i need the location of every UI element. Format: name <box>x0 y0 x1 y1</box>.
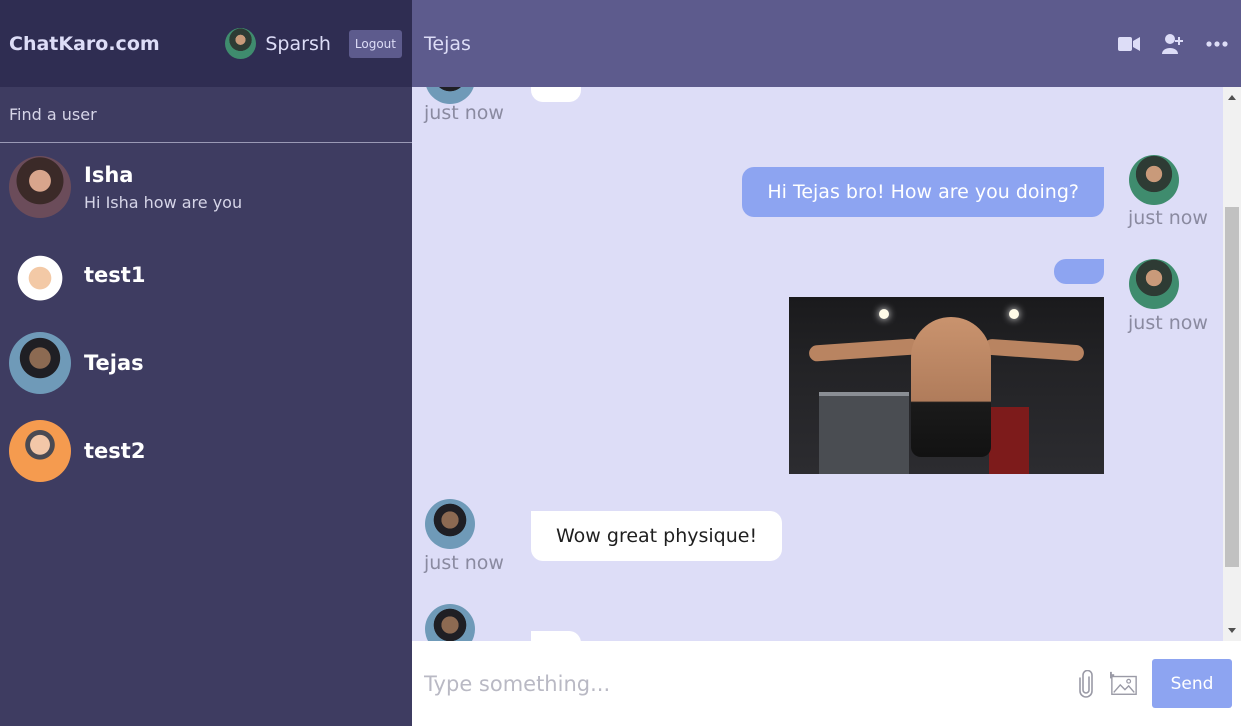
chat-item-info: Isha Hi Isha how are you <box>84 163 242 212</box>
avatar <box>9 420 71 482</box>
messages-area: just now just now Hi Tejas bro! How are … <box>412 87 1223 641</box>
search-input[interactable] <box>9 105 412 124</box>
message-bubble: Wow great physique! <box>531 511 783 561</box>
message-time: just now <box>424 102 504 124</box>
chat-item-name: test2 <box>84 439 146 463</box>
decor <box>1009 309 1019 319</box>
app-logo: ChatKaro.com <box>9 32 160 55</box>
message-bubble <box>1054 259 1104 284</box>
message-outgoing <box>1129 155 1179 205</box>
video-camera-icon[interactable] <box>1117 32 1141 56</box>
sidebar-navbar: ChatKaro.com Sparsh Logout <box>0 0 412 87</box>
message-image[interactable] <box>789 297 1104 474</box>
chat-item-test1[interactable]: test1 <box>0 231 412 319</box>
chat-title: Tejas <box>424 32 471 55</box>
message-outgoing <box>1129 259 1179 309</box>
decor <box>879 309 889 319</box>
chat-item-tejas[interactable]: Tejas <box>0 319 412 407</box>
message-bubble: Hi Tejas bro! How are you doing? <box>742 167 1104 217</box>
message-bubble <box>531 631 581 641</box>
user-search <box>0 87 412 143</box>
decor <box>911 317 991 457</box>
decor <box>819 392 909 474</box>
chat-item-isha[interactable]: Isha Hi Isha how are you <box>0 143 412 231</box>
chat-item-last-message: Hi Isha how are you <box>84 192 243 212</box>
send-button[interactable]: Send <box>1152 659 1232 708</box>
avatar <box>9 332 71 394</box>
avatar <box>425 499 475 549</box>
current-user-avatar <box>225 28 257 59</box>
decor <box>989 407 1029 474</box>
scroll-down-arrow[interactable] <box>1228 628 1236 633</box>
chat-item-info: Tejas <box>84 351 144 375</box>
message-time: just now <box>1128 207 1208 229</box>
chat-item-name: test1 <box>84 263 146 287</box>
chat-header-actions <box>1117 32 1229 56</box>
logout-button[interactable]: Logout <box>348 29 402 58</box>
add-image-icon[interactable] <box>1110 669 1138 699</box>
sidebar: ChatKaro.com Sparsh Logout Isha Hi Isha … <box>0 0 412 726</box>
message-time: just now <box>424 552 504 574</box>
message-bubble <box>531 87 581 102</box>
chat-list: Isha Hi Isha how are you test1 Tejas tes… <box>0 143 412 495</box>
attach-file-icon[interactable] <box>1072 669 1100 699</box>
avatar <box>425 604 475 641</box>
scroll-up-arrow[interactable] <box>1228 95 1236 100</box>
message-input[interactable] <box>424 671 1062 696</box>
chat-item-test2[interactable]: test2 <box>0 407 412 495</box>
current-user-name: Sparsh <box>265 32 331 55</box>
chat-item-info: test1 <box>84 263 145 287</box>
message-incoming <box>425 499 475 549</box>
avatar <box>9 244 71 306</box>
scroll-thumb[interactable] <box>1225 207 1239 567</box>
add-user-icon[interactable] <box>1161 32 1185 56</box>
chat-header: Tejas <box>412 0 1241 87</box>
current-user: Sparsh Logout <box>225 28 402 59</box>
decor <box>983 338 1085 362</box>
more-options-icon[interactable] <box>1205 32 1229 56</box>
decor <box>808 338 920 362</box>
avatar <box>9 156 71 218</box>
chat-panel: Tejas just now just now Hi Tejas bro! Ho… <box>412 0 1241 726</box>
avatar <box>1129 259 1179 309</box>
messages-scrollbar[interactable] <box>1223 87 1241 641</box>
message-incoming <box>425 604 475 641</box>
chat-item-name: Tejas <box>84 351 144 375</box>
message-input-bar: Send <box>412 641 1241 726</box>
avatar <box>1129 155 1179 205</box>
message-time: just now <box>1128 312 1208 334</box>
chat-item-info: test2 <box>84 439 145 463</box>
chat-item-name: Isha <box>84 162 134 187</box>
